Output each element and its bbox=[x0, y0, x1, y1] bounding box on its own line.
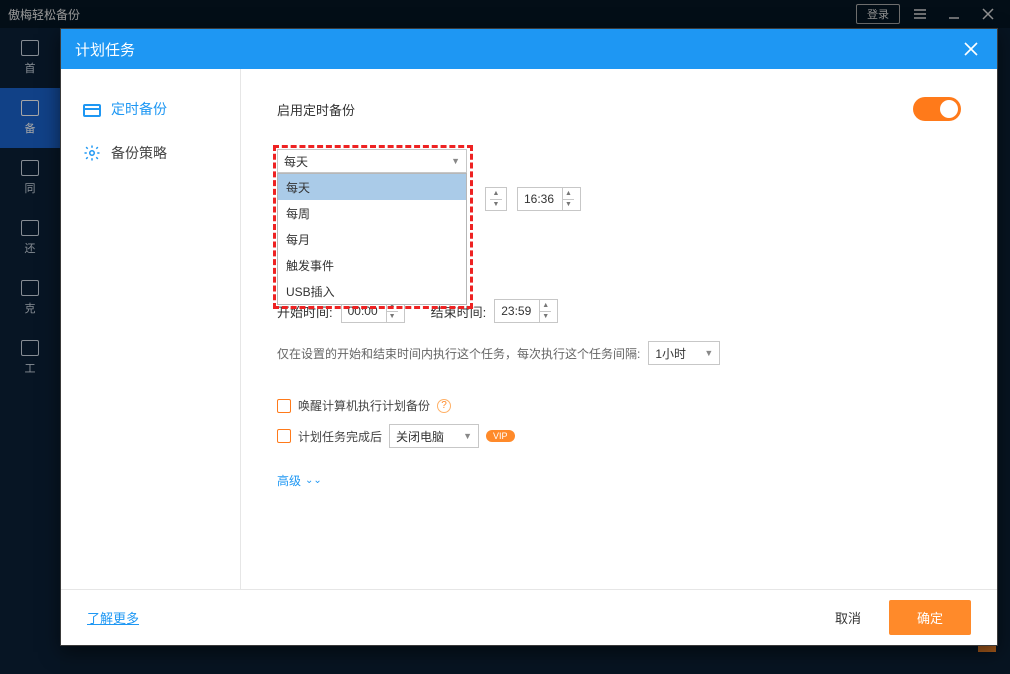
end-time-input[interactable]: 23:59 ▲▼ bbox=[494, 299, 558, 323]
start-time-value: 00:00 bbox=[348, 304, 378, 318]
after-done-row: 计划任务完成后 关闭电脑 ▼ VIP bbox=[277, 424, 961, 448]
wake-row: 唤醒计算机执行计划备份 ? bbox=[277, 397, 961, 414]
advanced-label: 高级 bbox=[277, 472, 301, 489]
after-done-select[interactable]: 关闭电脑 ▼ bbox=[389, 424, 479, 448]
chevron-down-icon: ⌄⌄ bbox=[305, 475, 322, 486]
wake-label: 唤醒计算机执行计划备份 bbox=[298, 397, 430, 414]
frequency-option[interactable]: 触发事件 bbox=[278, 252, 466, 278]
nav-label: 定时备份 bbox=[111, 99, 167, 119]
frequency-selected: 每天 bbox=[284, 153, 308, 170]
schedule-time-input[interactable]: 16:36 ▲▼ bbox=[517, 187, 581, 211]
learn-more-link[interactable]: 了解更多 bbox=[87, 608, 139, 627]
frequency-option[interactable]: 每月 bbox=[278, 226, 466, 252]
dialog-nav: 定时备份 备份策略 bbox=[61, 69, 241, 589]
interval-value: 1小时 bbox=[655, 345, 686, 362]
dialog-body: 定时备份 备份策略 启用定时备份 每天 ▼ bbox=[61, 69, 997, 589]
interval-note: 仅在设置的开始和结束时间内执行这个任务，每次执行这个任务间隔: bbox=[277, 345, 640, 362]
vip-badge: VIP bbox=[486, 430, 515, 442]
wake-checkbox[interactable] bbox=[277, 399, 291, 413]
dialog-footer: 了解更多 取消 确定 bbox=[61, 589, 997, 645]
frequency-option[interactable]: 每天 bbox=[278, 174, 466, 200]
cancel-button[interactable]: 取消 bbox=[825, 602, 871, 633]
frequency-option[interactable]: USB插入 bbox=[278, 278, 466, 304]
enable-label: 启用定时备份 bbox=[277, 100, 355, 119]
dialog-content: 启用定时备份 每天 ▼ 每天 每周 每月 触发事件 USB插入 bbox=[241, 69, 997, 589]
nav-item-policy[interactable]: 备份策略 bbox=[61, 131, 240, 175]
dialog-title: 计划任务 bbox=[75, 39, 135, 60]
frequency-option[interactable]: 每周 bbox=[278, 200, 466, 226]
after-done-checkbox[interactable] bbox=[277, 429, 291, 443]
calendar-icon bbox=[83, 101, 101, 117]
frequency-dropdown-wrap: 每天 ▼ 每天 每周 每月 触发事件 USB插入 bbox=[277, 149, 467, 173]
enable-toggle[interactable] bbox=[913, 97, 961, 121]
frequency-dropdown-list: 每天 每周 每月 触发事件 USB插入 bbox=[277, 173, 467, 305]
ok-button[interactable]: 确定 bbox=[889, 600, 971, 635]
schedule-dialog: 计划任务 定时备份 备份策略 启用定时备份 bbox=[60, 28, 998, 646]
chevron-down-icon: ▼ bbox=[704, 348, 713, 358]
dialog-header: 计划任务 bbox=[61, 29, 997, 69]
enable-row: 启用定时备份 bbox=[277, 97, 961, 121]
gear-icon bbox=[83, 144, 101, 162]
frequency-select[interactable]: 每天 ▼ bbox=[277, 149, 467, 173]
schedule-type-select[interactable]: ▲▼ bbox=[485, 187, 507, 211]
after-done-value: 关闭电脑 bbox=[396, 428, 444, 445]
schedule-time-value: 16:36 bbox=[524, 192, 554, 206]
chevron-down-icon: ▼ bbox=[463, 431, 472, 441]
chevron-down-icon: ▼ bbox=[451, 156, 460, 166]
time-stepper[interactable]: ▲▼ bbox=[539, 300, 551, 322]
after-done-label: 计划任务完成后 bbox=[298, 428, 382, 445]
nav-item-scheduled[interactable]: 定时备份 bbox=[61, 87, 240, 131]
dialog-close-icon[interactable] bbox=[959, 37, 983, 61]
time-stepper[interactable]: ▲▼ bbox=[562, 188, 574, 210]
advanced-link[interactable]: 高级 ⌄⌄ bbox=[277, 472, 322, 489]
end-time-value: 23:59 bbox=[501, 304, 531, 318]
nav-label: 备份策略 bbox=[111, 143, 167, 163]
interval-select[interactable]: 1小时 ▼ bbox=[648, 341, 720, 365]
help-icon[interactable]: ? bbox=[437, 399, 451, 413]
